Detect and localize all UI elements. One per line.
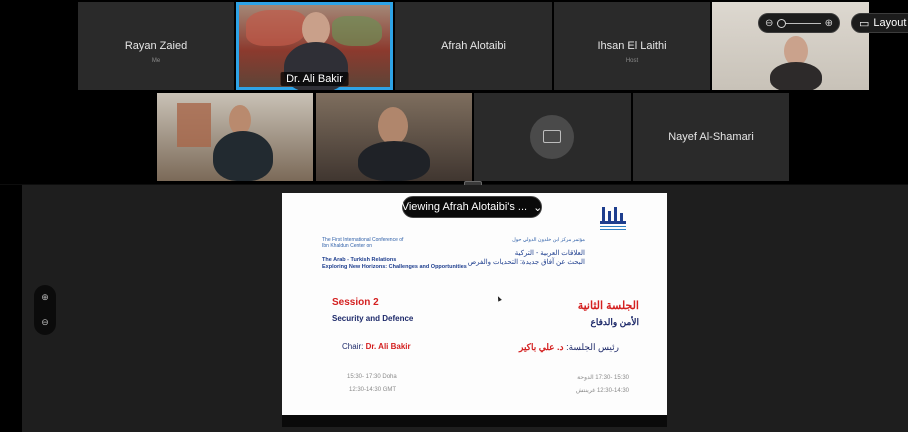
- participant-name: Ihsan El Laithi: [597, 40, 667, 52]
- tile-ali-bakir[interactable]: Dr. Ali Bakir: [236, 2, 393, 90]
- viewing-label: Viewing Afrah Alotaibi's ...: [401, 201, 528, 213]
- chair-name: Dr. Ali Bakir: [365, 342, 411, 351]
- participant-name: Nayef Al-Shamari: [668, 131, 754, 143]
- tile-participant-video[interactable]: [157, 93, 313, 181]
- tile-screen-share-thumbnail[interactable]: [474, 93, 631, 181]
- session-title-en: Session 2: [332, 297, 379, 308]
- layout-button[interactable]: ▭ Layout: [851, 13, 908, 33]
- participant-role: Host: [625, 58, 639, 64]
- tile-participant-video[interactable]: [316, 93, 472, 181]
- session-title-ar: الجلسة الثانية: [577, 300, 639, 312]
- participant-body: [358, 141, 430, 181]
- conference-title-line: The Arab - Turkish Relations: [322, 257, 397, 263]
- time-doha-en: 15:30- 17:30 Doha: [347, 374, 397, 380]
- conference-title-en: The Arab - Turkish Relations Exploring N…: [322, 257, 467, 271]
- participant-body: [213, 131, 273, 181]
- tile-ihsan-el-laithi[interactable]: Ihsan El Laithi Host: [554, 2, 710, 90]
- shared-slide: The First International Conference of Ib…: [282, 193, 667, 415]
- time-doha-ar: 15:30 -17:30 الدوحة: [577, 375, 629, 381]
- participant-name: Rayan Zaied: [124, 40, 188, 52]
- screen-share-icon: [543, 130, 561, 143]
- chair-label: رئيس الجلسة:: [563, 342, 619, 352]
- session-topic-en: Security and Defence: [332, 314, 414, 323]
- chair-label: Chair:: [342, 342, 366, 351]
- chair-en: Chair: Dr. Ali Bakir: [342, 342, 411, 351]
- world-map-backdrop-2: [332, 16, 382, 46]
- tile-afrah-alotaibi[interactable]: Afrah Alotaibi: [395, 2, 552, 90]
- time-gmt-ar: 12:30-14:30 غرينتش: [575, 388, 629, 394]
- participant-head: [302, 12, 330, 46]
- gallery-strip: Rayan Zaied Me Dr. Ali Bakir Afrah Alota…: [0, 0, 908, 184]
- layout-label: Layout: [873, 17, 907, 29]
- conference-title-line: العلاقات العربية - التركية: [514, 250, 585, 257]
- tile-nayef-al-shamari[interactable]: Nayef Al-Shamari: [633, 93, 789, 181]
- chair-name: د. علي باكير: [518, 342, 564, 352]
- zoom-in-icon[interactable]: ⊕: [41, 292, 49, 303]
- world-map-backdrop: [246, 10, 306, 46]
- share-left-bar: [0, 185, 22, 432]
- zoom-in-icon[interactable]: ⊕: [825, 18, 833, 29]
- gallery-zoom-control[interactable]: ⊖ ⊕: [758, 13, 840, 33]
- conference-intro-en: The First International Conference of Ib…: [322, 237, 403, 249]
- viewing-share-dropdown[interactable]: Viewing Afrah Alotaibi's ... ⌄: [402, 196, 542, 218]
- zoom-slider[interactable]: [777, 18, 821, 28]
- participant-role: Me: [151, 58, 161, 64]
- conference-title-ar: العلاقات العربية - التركية البحث عن آفاق…: [468, 249, 585, 267]
- bookshelf-backdrop: [177, 103, 211, 147]
- participant-name: Afrah Alotaibi: [441, 40, 506, 52]
- session-topic-ar: الأمن والدفاع: [590, 317, 639, 327]
- participant-body: [770, 62, 822, 90]
- participant-name-tag: Dr. Ali Bakir: [280, 72, 349, 86]
- zoom-out-icon[interactable]: ⊖: [41, 317, 49, 328]
- conference-title-line: Exploring New Horizons: Challenges and O…: [322, 264, 467, 270]
- ibn-khaldun-logo: [600, 207, 626, 230]
- share-zoom-control[interactable]: ⊕ ⊖: [34, 285, 56, 335]
- tile-rayan-zaied[interactable]: Rayan Zaied Me: [78, 2, 234, 90]
- conference-intro-line: Ibn Khaldun Center on: [322, 243, 373, 249]
- slide-bottom-bar: [282, 415, 667, 427]
- conference-intro-ar: مؤتمر مركز ابن خلدون الدولي حول: [512, 237, 585, 243]
- zoom-out-icon[interactable]: ⊖: [765, 18, 773, 29]
- zoom-slider-knob[interactable]: [777, 18, 787, 28]
- layout-icon: ▭: [859, 17, 870, 30]
- participant-head: [378, 107, 408, 145]
- chevron-down-icon: ⌄: [533, 201, 543, 214]
- chair-ar: رئيس الجلسة: د. علي باكير: [519, 342, 619, 353]
- conference-title-line: البحث عن آفاق جديدة: التحديات والفرص: [467, 259, 585, 266]
- meeting-window: Rayan Zaied Me Dr. Ali Bakir Afrah Alota…: [0, 0, 908, 432]
- time-gmt-en: 12:30-14:30 GMT: [349, 387, 397, 393]
